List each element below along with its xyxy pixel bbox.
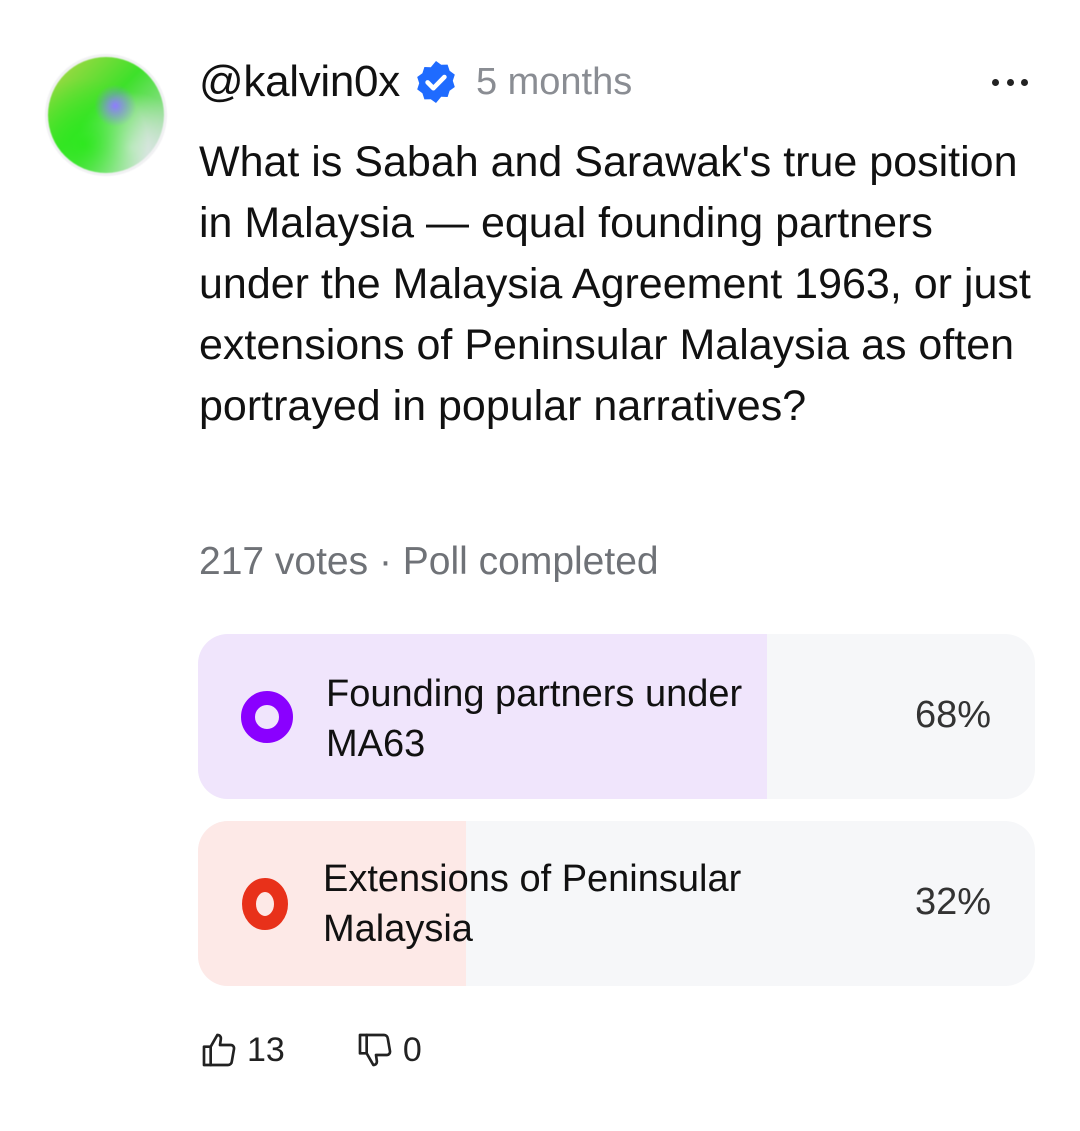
poll-option-founding-partners[interactable]: Founding partners under MA63 68%	[198, 634, 1035, 799]
like-count: 13	[247, 1030, 285, 1069]
poll-option-percent: 32%	[914, 881, 991, 923]
post-header: @kalvin0x 5 months	[199, 52, 632, 112]
more-horizontal-icon	[1021, 78, 1028, 86]
more-options-button[interactable]	[992, 64, 1028, 100]
dislike-button[interactable]: 0	[355, 1030, 422, 1070]
dislike-count: 0	[402, 1030, 422, 1069]
poll-option-marker-icon	[241, 691, 293, 743]
poll-option-extensions[interactable]: Extensions of Peninsular Malaysia 32%	[198, 821, 1035, 986]
avatar[interactable]	[48, 57, 164, 173]
post-actions: 13 0	[199, 1030, 422, 1070]
username[interactable]: @kalvin0x	[199, 57, 400, 107]
thumbs-up-icon	[202, 1033, 236, 1067]
poll-meta: 217 votes · Poll completed	[199, 540, 659, 583]
like-button[interactable]: 13	[199, 1030, 285, 1070]
poll-option-label: Extensions of Peninsular Malaysia	[323, 858, 742, 950]
thumbs-down-icon	[358, 1033, 392, 1067]
poll-option-percent: 68%	[914, 694, 991, 736]
poll-option-marker-icon	[242, 878, 288, 930]
more-horizontal-icon	[1006, 78, 1014, 86]
post-timestamp: 5 months	[475, 60, 633, 103]
more-horizontal-icon	[992, 78, 999, 86]
poll-question: What is Sabah and Sarawak's true positio…	[199, 138, 1031, 430]
verified-badge-icon	[412, 58, 460, 106]
poll-option-label: Founding partners under MA63	[326, 673, 743, 765]
